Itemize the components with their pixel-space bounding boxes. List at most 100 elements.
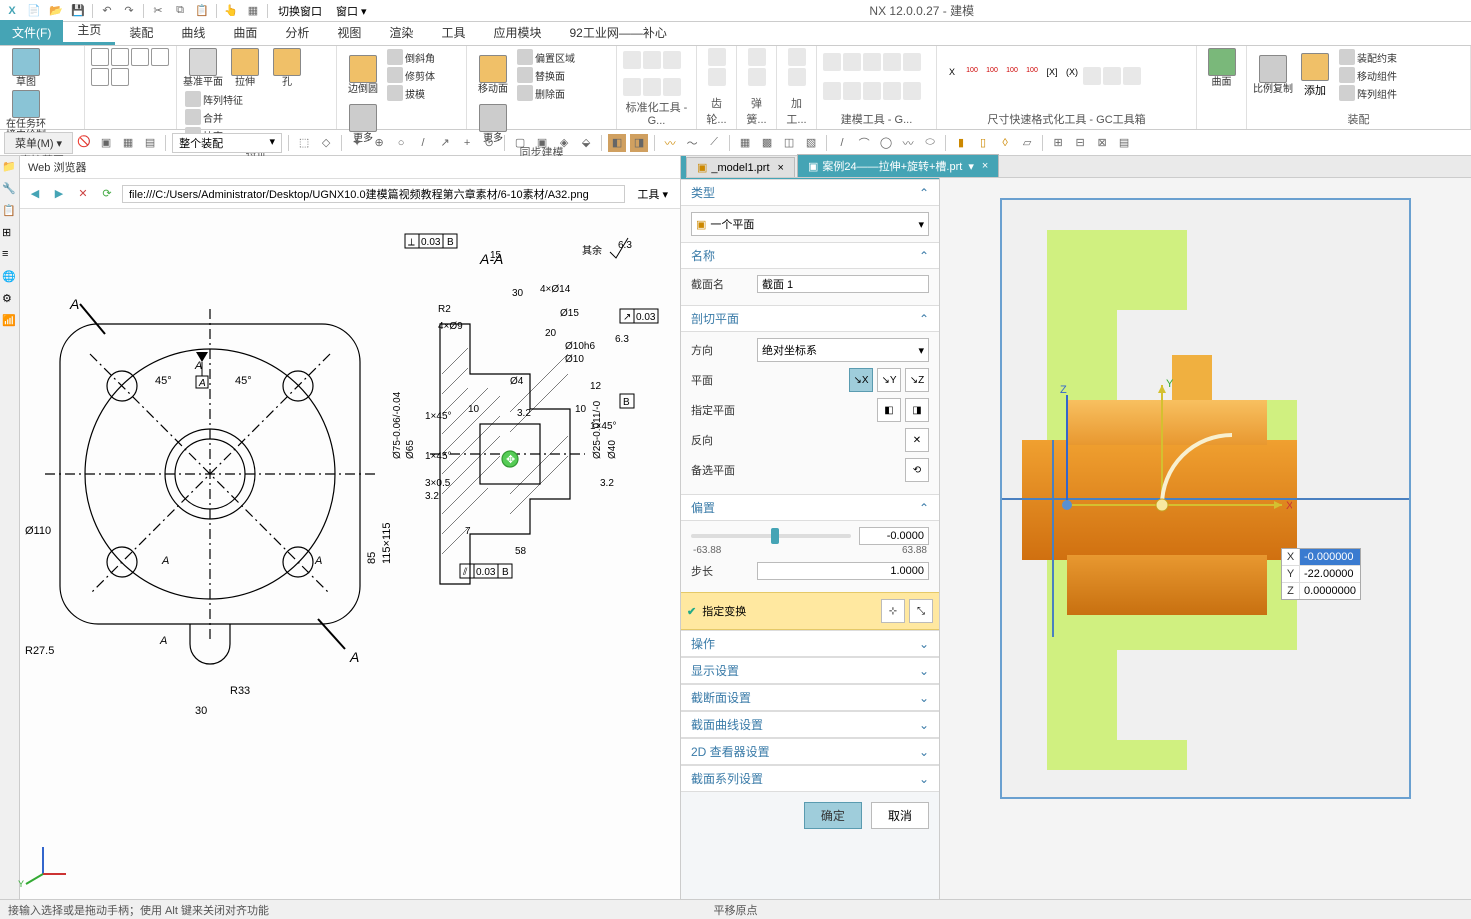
nav-icon-7[interactable]: ⚙ <box>2 292 18 308</box>
selection-scope-combo[interactable]: 整个装配 ▾ <box>172 133 282 153</box>
tab-analysis[interactable]: 分析 <box>271 20 323 45</box>
ok-button[interactable]: 确定 <box>804 802 862 829</box>
chamfer-button[interactable]: 倒斜角 <box>385 48 437 66</box>
unite-button[interactable]: 合并 <box>183 108 245 126</box>
curve-icon-3[interactable]: ⟋ <box>705 134 723 152</box>
mt-icon-5[interactable] <box>903 53 921 71</box>
window-dropdown[interactable]: 窗口 ▾ <box>332 3 371 19</box>
display-header[interactable]: 显示设置⌄ <box>681 657 939 684</box>
dim-100-3[interactable]: 100 <box>1003 67 1021 85</box>
mt-icon-3[interactable] <box>863 53 881 71</box>
sel-icon-6[interactable]: / <box>414 134 432 152</box>
std-icon-3[interactable] <box>663 51 681 69</box>
misc-icon-4[interactable]: ▤ <box>1115 134 1133 152</box>
draw-icon-3[interactable]: ◯ <box>877 134 895 152</box>
render-icon-4[interactable]: ▧ <box>802 134 820 152</box>
surface-button[interactable]: 曲面 <box>1203 48 1240 88</box>
curve-icon-1[interactable]: 〰 <box>661 134 679 152</box>
stop-icon[interactable]: ✕ <box>74 185 92 203</box>
section-type-header[interactable]: 类型⌃ <box>681 179 939 206</box>
redo-icon[interactable]: ↷ <box>121 3 137 19</box>
section-name-header[interactable]: 名称⌃ <box>681 242 939 269</box>
sel-icon-8[interactable]: + <box>458 134 476 152</box>
tab-home[interactable]: 主页 <box>63 17 115 45</box>
point-icon[interactable] <box>111 68 129 86</box>
new-icon[interactable]: 📄 <box>26 3 42 19</box>
cut-plane-header[interactable]: 剖切平面⌃ <box>681 305 939 332</box>
coord-y-input[interactable]: -22.00000 <box>1300 566 1360 582</box>
body-icon-1[interactable]: ▮ <box>952 134 970 152</box>
tab-render[interactable]: 渲染 <box>375 20 427 45</box>
offset-region-button[interactable]: 偏置区域 <box>515 48 577 66</box>
draw-icon-1[interactable]: / <box>833 134 851 152</box>
menu-button[interactable]: 菜单(M) ▾ <box>4 132 73 154</box>
view-icon-1[interactable]: ▢ <box>511 134 529 152</box>
touch-icon[interactable]: 👆 <box>223 3 239 19</box>
mt-icon-7[interactable] <box>843 82 861 100</box>
dim-tool-3[interactable] <box>1123 67 1141 85</box>
add-button[interactable]: 添加 <box>1295 53 1335 98</box>
dim-100-1[interactable]: 100 <box>963 67 981 85</box>
plane-y-button[interactable]: ↘Y <box>877 368 901 392</box>
specify-plane-btn-1[interactable]: ◧ <box>877 398 901 422</box>
arc-icon[interactable] <box>111 48 129 66</box>
2d-header[interactable]: 2D 查看器设置⌄ <box>681 738 939 765</box>
misc-icon-3[interactable]: ⊠ <box>1093 134 1111 152</box>
doc-tab-case24[interactable]: ▣ 案例24——拉伸+旋转+槽.prt ▾ × <box>797 154 999 177</box>
extrude-button[interactable]: 拉伸 <box>225 48 265 88</box>
delete-face-button[interactable]: 删除面 <box>515 84 577 102</box>
trim-body-button[interactable]: 修剪体 <box>385 66 437 84</box>
draw-icon-5[interactable]: ⬭ <box>921 134 939 152</box>
tab-view[interactable]: 视图 <box>323 20 375 45</box>
series-header[interactable]: 截面系列设置⌄ <box>681 765 939 792</box>
body-icon-2[interactable]: ▯ <box>974 134 992 152</box>
sel-icon-2[interactable]: ◇ <box>317 134 335 152</box>
url-input[interactable] <box>122 185 625 203</box>
sketch-button[interactable]: 草图 <box>6 48 46 88</box>
alt-plane-button[interactable]: ⟲ <box>905 458 929 482</box>
tab-assembly[interactable]: 装配 <box>115 20 167 45</box>
offset-header[interactable]: 偏置⌃ <box>681 494 939 521</box>
grid-icon[interactable]: ▦ <box>245 3 261 19</box>
cut-icon[interactable]: ✂ <box>150 3 166 19</box>
move-comp-button[interactable]: 移动组件 <box>1337 66 1399 84</box>
refresh-icon[interactable]: ⟳ <box>98 185 116 203</box>
circle-icon[interactable] <box>91 68 109 86</box>
switch-window-button[interactable]: 切换窗口 <box>274 3 326 19</box>
tab-file[interactable]: 文件(F) <box>0 20 63 45</box>
dim-100-2[interactable]: 100 <box>983 67 1001 85</box>
std-icon-1[interactable] <box>623 51 641 69</box>
pattern-feature-button[interactable]: 阵列特征 <box>183 90 245 108</box>
tab-app[interactable]: 应用模块 <box>479 20 555 45</box>
misc-icon-2[interactable]: ⊟ <box>1071 134 1089 152</box>
machining-icon-1[interactable] <box>788 48 806 66</box>
line-icon[interactable] <box>91 48 109 66</box>
open-icon[interactable]: 📂 <box>48 3 64 19</box>
angle-line-icon[interactable] <box>131 48 149 66</box>
dim-bracket[interactable]: [X] <box>1043 67 1061 85</box>
draft-button[interactable]: 拔模 <box>385 84 437 102</box>
nav-icon-6[interactable]: 🌐 <box>2 270 18 286</box>
view-icon-2[interactable]: ▣ <box>533 134 551 152</box>
body-icon-4[interactable]: ▱ <box>1018 134 1036 152</box>
tab-extra[interactable]: 92工业网——补心 <box>555 20 680 45</box>
std-icon-5[interactable] <box>643 78 661 96</box>
view-icon-4[interactable]: ⬙ <box>577 134 595 152</box>
mt-icon-6[interactable] <box>823 82 841 100</box>
transform-btn-2[interactable]: ⤡ <box>909 599 933 623</box>
reverse-button[interactable]: ✕ <box>905 428 929 452</box>
hole-button[interactable]: 孔 <box>267 48 307 88</box>
nav-icon-2[interactable]: 🔧 <box>2 182 18 198</box>
tab-surface[interactable]: 曲面 <box>219 20 271 45</box>
mt-icon-9[interactable] <box>883 82 901 100</box>
doc-tab-model1[interactable]: ▣ _model1.prt × <box>686 157 795 177</box>
nav-icon-5[interactable]: ≡ <box>2 248 18 264</box>
edge-blend-button[interactable]: 边倒圆 <box>343 55 383 95</box>
tools-dropdown[interactable]: 工具 ▾ <box>631 184 674 204</box>
machining-icon-2[interactable] <box>788 68 806 86</box>
mt-icon-4[interactable] <box>883 53 901 71</box>
nav-icon-3[interactable]: 📋 <box>2 204 18 220</box>
pattern-comp-button[interactable]: 阵列组件 <box>1337 84 1399 102</box>
mt-icon-1[interactable] <box>823 53 841 71</box>
csys-triad[interactable]: X Y Z <box>1042 375 1292 555</box>
